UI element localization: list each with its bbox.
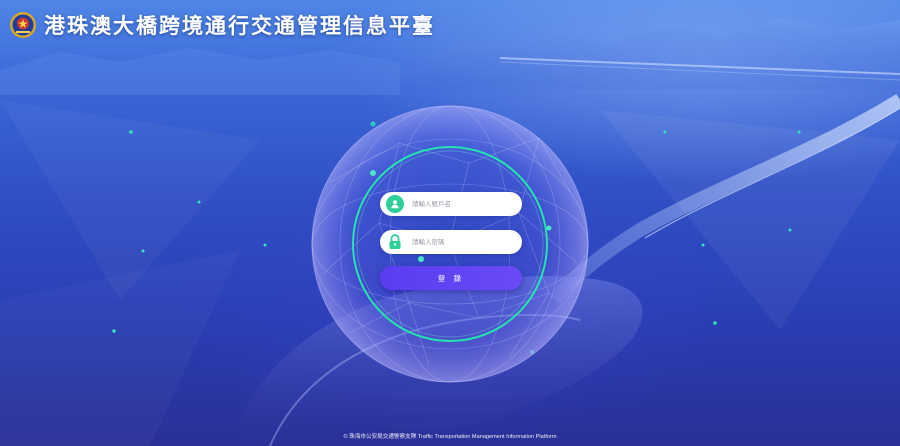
username-field	[380, 192, 522, 216]
header: 港珠澳大橋跨境通行交通管理信息平臺	[8, 10, 435, 40]
user-icon	[386, 195, 404, 213]
password-field	[380, 230, 522, 254]
lock-icon	[386, 233, 404, 251]
login-page: 港珠澳大橋跨境通行交通管理信息平臺 請輸入賬戶名 登 錄 © 珠海市公安局交通警…	[0, 0, 900, 446]
login-button[interactable]: 登 錄	[380, 266, 522, 290]
police-emblem-icon	[10, 12, 36, 38]
site-title: 港珠澳大橋跨境通行交通管理信息平臺	[44, 13, 435, 38]
password-input[interactable]	[410, 237, 519, 247]
username-input[interactable]	[410, 199, 519, 209]
footer-copyright: © 珠海市公安局交通警察支隊 Traffic Transportation Ma…	[343, 434, 557, 440]
